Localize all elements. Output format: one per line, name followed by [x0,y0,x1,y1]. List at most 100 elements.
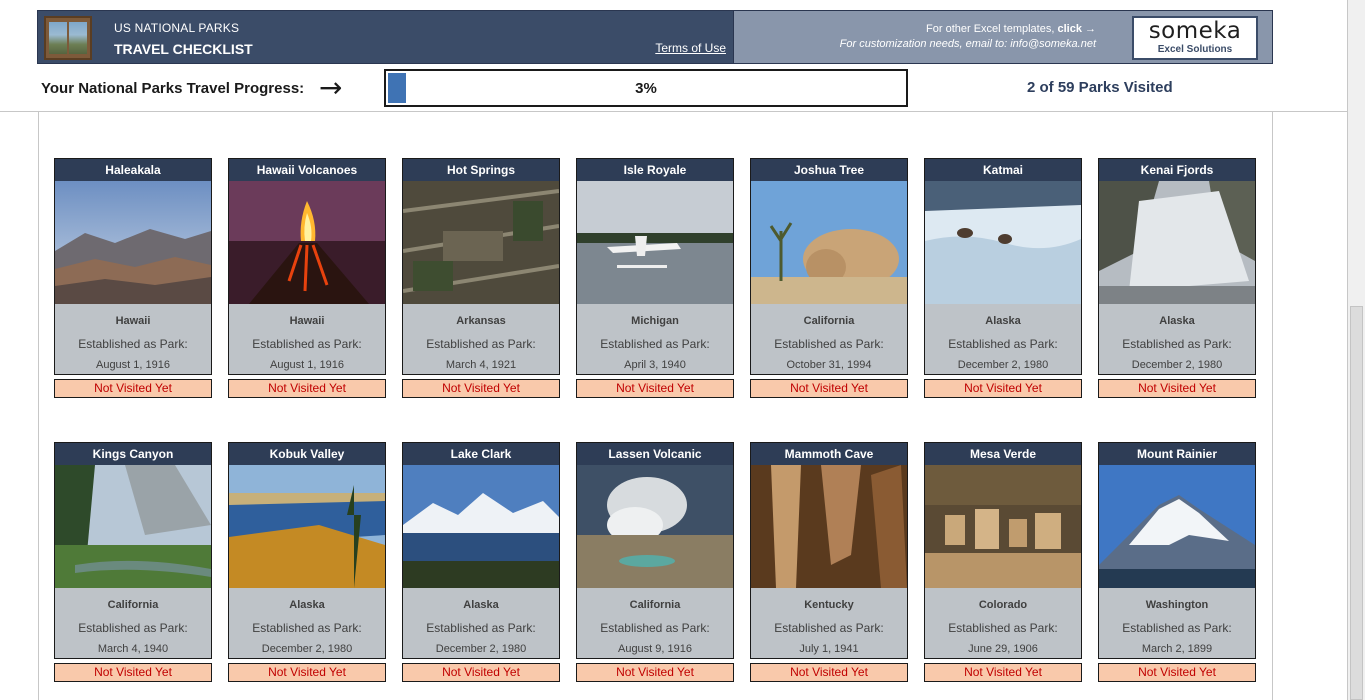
park-name: Kings Canyon [55,443,211,465]
visit-status-dropdown[interactable]: Not Visited Yet [576,663,734,682]
established-date: December 2, 1980 [435,643,527,655]
park-photo [925,465,1081,588]
visit-status-dropdown[interactable]: Not Visited Yet [54,663,212,682]
park-state: Alaska [985,315,1021,327]
visit-status-dropdown[interactable]: Not Visited Yet [924,663,1082,682]
park-photo [1099,465,1255,588]
visit-status-dropdown[interactable]: Not Visited Yet [1098,379,1256,398]
established-label: Established as Park: [600,337,710,351]
park-state: Arkansas [456,315,506,327]
established-date: April 3, 1940 [624,359,686,371]
park-card[interactable]: Isle Royale Michigan Established as Park: A… [576,158,734,375]
park-card[interactable]: Mesa Verde Colorado Established as Park: Ju… [924,442,1082,659]
park-name: Katmai [925,159,1081,181]
park-card[interactable]: Katmai Alaska Established as Park: December… [924,158,1082,375]
park-card[interactable]: Haleakala Hawaii Established as Park: Augus… [54,158,212,375]
park-photo [403,181,559,304]
vertical-scrollbar[interactable] [1348,0,1365,700]
park-card[interactable]: Hawaii Volcanoes Hawaii Established as Par… [228,158,386,375]
established-date: August 9, 1916 [617,643,692,655]
brand-tagline: Excel Solutions [1157,44,1233,55]
visit-status-dropdown[interactable]: Not Visited Yet [750,379,908,398]
terms-of-use-link[interactable]: Terms of Use [655,41,726,55]
park-name: Haleakala [55,159,211,181]
park-state: Kentucky [804,599,854,611]
header-title: TRAVEL CHECKLIST [114,41,253,57]
park-photo [925,181,1081,304]
established-label: Established as Park: [78,621,188,635]
park-card[interactable]: Hot Springs Arkansas Established as Park: M… [402,158,560,375]
visit-status-dropdown[interactable]: Not Visited Yet [54,379,212,398]
promo-templates-text: For other Excel templates, click → [926,23,1096,35]
park-card[interactable]: Kobuk Valley Alaska Established as Park: De… [228,442,386,659]
park-card[interactable]: Lake Clark Alaska Established as Park: Dece… [402,442,560,659]
park-name: Kenai Fjords [1099,159,1255,181]
park-photo [751,465,907,588]
park-state: Washington [1145,599,1209,611]
park-state: California [629,599,681,611]
established-label: Established as Park: [948,621,1058,635]
progress-label: Your National Parks Travel Progress: [41,80,305,97]
park-name: Isle Royale [577,159,733,181]
progress-row: Your National Parks Travel Progress: → 3… [0,66,1348,112]
park-photo [55,465,211,588]
established-label: Established as Park: [1122,621,1232,635]
park-photo [1099,181,1255,304]
established-date: August 1, 1916 [95,359,170,371]
park-name: Hawaii Volcanoes [229,159,385,181]
established-date: June 29, 1906 [968,643,1038,655]
park-card[interactable]: Kings Canyon California Established as Par… [54,442,212,659]
header-subtitle: US NATIONAL PARKS [114,21,240,35]
visit-status-dropdown[interactable]: Not Visited Yet [228,379,386,398]
established-date: March 2, 1899 [1141,643,1213,655]
established-label: Established as Park: [426,337,536,351]
established-label: Established as Park: [774,337,884,351]
established-date: March 4, 1940 [97,643,169,655]
park-photo [229,465,385,588]
established-label: Established as Park: [78,337,188,351]
park-photo [577,181,733,304]
park-state: Hawaii [289,315,325,327]
park-state: Alaska [463,599,499,611]
promo-templates-label: For other Excel templates, [926,23,1058,35]
park-name: Lassen Volcanic [577,443,733,465]
park-state: Alaska [1159,315,1195,327]
promo-banner: For other Excel templates, click → For c… [734,10,1273,64]
parks-visited-count: 2 of 59 Parks Visited [1027,79,1173,96]
arrow-right-icon: → [319,71,343,104]
park-name: Mesa Verde [925,443,1081,465]
progress-bar[interactable]: 3% [384,69,908,107]
spreadsheet-view: US NATIONAL PARKS TRAVEL CHECKLIST Terms… [0,0,1365,700]
park-card[interactable]: Joshua Tree California Established as Park… [750,158,908,375]
sheet-border-right [1272,112,1273,700]
visit-status-dropdown[interactable]: Not Visited Yet [228,663,386,682]
established-date: August 1, 1916 [269,359,344,371]
brand-name: someka [1148,18,1242,44]
established-label: Established as Park: [948,337,1058,351]
park-state: California [803,315,855,327]
established-label: Established as Park: [426,621,536,635]
park-card[interactable]: Mammoth Cave Kentucky Established as Park:… [750,442,908,659]
click-link[interactable]: click [1057,23,1081,35]
visit-status-dropdown[interactable]: Not Visited Yet [750,663,908,682]
park-name: Hot Springs [403,159,559,181]
visit-status-dropdown[interactable]: Not Visited Yet [402,379,560,398]
established-label: Established as Park: [600,621,710,635]
established-date: March 4, 1921 [445,359,517,371]
established-date: December 2, 1980 [1131,359,1223,371]
park-state: Hawaii [115,315,151,327]
someka-logo[interactable]: someka Excel Solutions [1132,16,1258,60]
visit-status-dropdown[interactable]: Not Visited Yet [402,663,560,682]
park-name: Mount Rainier [1099,443,1255,465]
scrollbar-thumb[interactable] [1350,306,1363,700]
visit-status-dropdown[interactable]: Not Visited Yet [924,379,1082,398]
visit-status-dropdown[interactable]: Not Visited Yet [1098,663,1256,682]
park-card[interactable]: Mount Rainier Washington Established as Pa… [1098,442,1256,659]
park-card[interactable]: Lassen Volcanic California Established as … [576,442,734,659]
visit-status-dropdown[interactable]: Not Visited Yet [576,379,734,398]
park-card[interactable]: Kenai Fjords Alaska Established as Park: De… [1098,158,1256,375]
park-photo [55,181,211,304]
park-name: Lake Clark [403,443,559,465]
park-name: Mammoth Cave [751,443,907,465]
park-photo [751,181,907,304]
